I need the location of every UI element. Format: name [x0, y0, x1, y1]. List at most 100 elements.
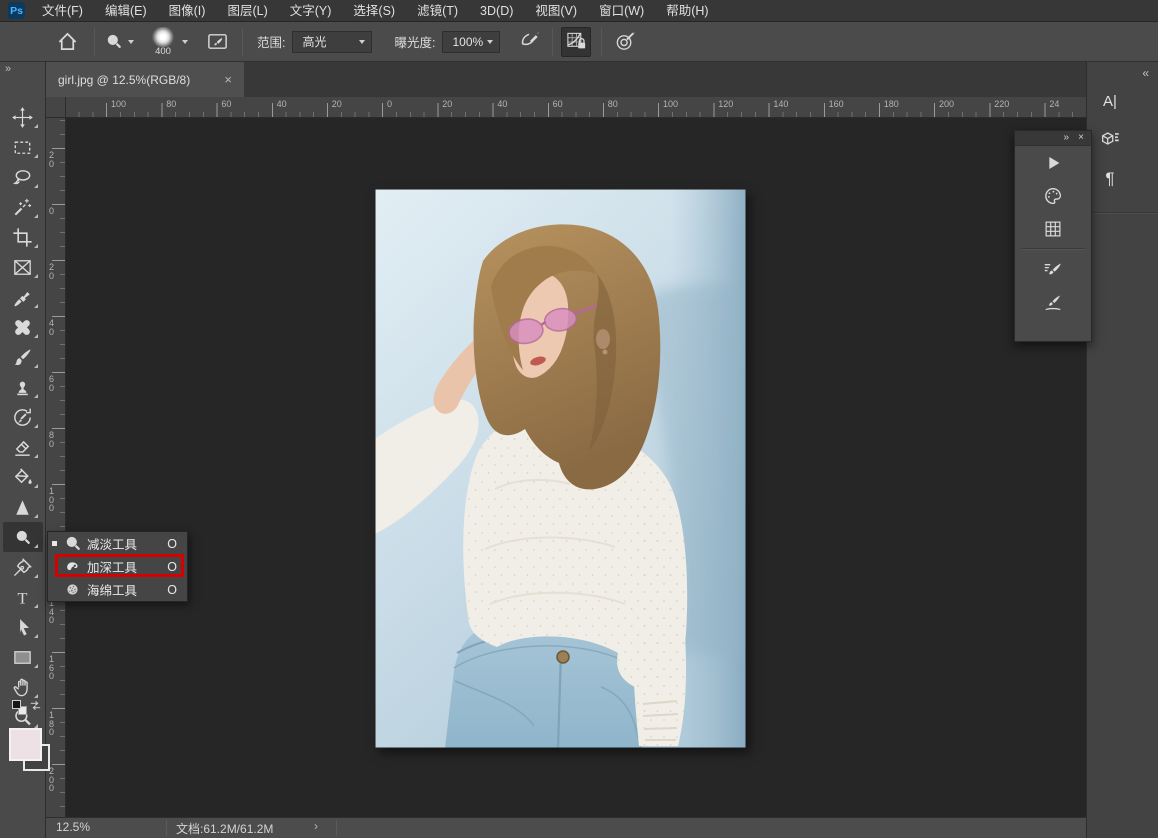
patterns-panel-button[interactable] — [1015, 212, 1091, 245]
brush-preview — [151, 27, 175, 47]
menu-item-选择S[interactable]: 选择(S) — [342, 0, 406, 22]
default-colors-icon[interactable] — [12, 700, 28, 716]
separator — [166, 820, 167, 836]
tool-move[interactable] — [3, 102, 43, 132]
tool-eyedropper[interactable] — [3, 282, 43, 312]
chevron-down-icon — [487, 40, 493, 44]
airbrush-toggle[interactable] — [514, 27, 544, 57]
brushes-panel-button[interactable] — [1015, 286, 1091, 319]
status-options-chevron[interactable]: › — [314, 819, 318, 833]
menu-item-滤镜T[interactable]: 滤镜(T) — [406, 0, 469, 22]
exposure-select[interactable]: 100% — [442, 31, 500, 53]
tool-rectangle[interactable] — [3, 642, 43, 672]
chevron-down-icon — [182, 40, 188, 44]
floating-panel: » × — [1014, 130, 1092, 342]
character-panel-icon: A| — [1103, 93, 1117, 110]
panel-close-icon[interactable]: × — [1078, 132, 1084, 143]
ruler-label: 100 — [663, 99, 678, 109]
sponge-icon — [61, 580, 83, 600]
flyout-item-dodge[interactable]: 减淡工具O — [48, 532, 187, 555]
document-tab[interactable]: girl.jpg @ 12.5%(RGB/8) × — [46, 62, 244, 97]
home-button[interactable] — [52, 27, 82, 57]
menu-item-窗口W[interactable]: 窗口(W) — [588, 0, 655, 22]
ruler-label: 200 — [49, 767, 58, 793]
flyout-item-label: 海绵工具 — [83, 580, 167, 599]
brush-preset-picker[interactable]: 400 — [148, 27, 188, 56]
tool-frame[interactable] — [3, 252, 43, 282]
tool-healing-brush[interactable] — [3, 312, 43, 342]
tool-marquee[interactable] — [3, 132, 43, 162]
panel-collapse-icon[interactable]: » — [1063, 132, 1069, 143]
tool-magic-wand[interactable] — [3, 192, 43, 222]
ruler-label: 100 — [49, 487, 58, 513]
document-size-info: 文档:61.2M/61.2M — [176, 820, 273, 837]
ruler-label: 220 — [994, 99, 1009, 109]
canvas-photo[interactable] — [375, 189, 746, 748]
tool-path-select[interactable] — [3, 612, 43, 642]
tool-clone-stamp[interactable] — [3, 372, 43, 402]
character-panel-button[interactable]: A| — [1095, 86, 1125, 116]
chevron-down-icon — [128, 40, 134, 44]
paragraph-panel-button[interactable]: ¶ — [1095, 164, 1125, 194]
menu-item-文件F[interactable]: 文件(F) — [31, 0, 94, 22]
annotation-highlight — [55, 554, 184, 577]
menu-item-编辑E[interactable]: 编辑(E) — [94, 0, 158, 22]
pressure-size-toggle[interactable] — [610, 27, 640, 57]
paragraph-panel-icon: ¶ — [1105, 169, 1114, 189]
tools-panel: » T — [0, 62, 46, 838]
tool-paint-bucket[interactable] — [3, 462, 43, 492]
ruler-label: 0 — [387, 99, 392, 109]
menu-item-图像I[interactable]: 图像(I) — [158, 0, 217, 22]
ruler-label: 24 — [1049, 99, 1059, 109]
ruler-label: 40 — [497, 99, 507, 109]
libraries-panel-button[interactable] — [1095, 124, 1125, 154]
tool-crop[interactable] — [3, 222, 43, 252]
tool-type[interactable]: T — [3, 582, 43, 612]
foreground-color-swatch[interactable] — [9, 728, 42, 761]
tool-history-brush[interactable] — [3, 402, 43, 432]
dock-collapse-button[interactable]: « — [1142, 66, 1149, 80]
tool-brush[interactable] — [3, 342, 43, 372]
libraries-icon — [1099, 128, 1121, 150]
menu-item-图层L[interactable]: 图层(L) — [216, 0, 278, 22]
ruler-label: 100 — [111, 99, 126, 109]
brush-size: 400 — [155, 47, 171, 56]
canvas-pasteboard[interactable] — [66, 118, 1086, 817]
color-controls — [0, 700, 46, 830]
tool-pen[interactable] — [3, 552, 43, 582]
chevron-down-icon — [359, 40, 365, 44]
actions-panel-button[interactable] — [1015, 146, 1091, 179]
swap-colors-icon[interactable] — [28, 698, 43, 713]
close-tab-icon[interactable]: × — [220, 72, 236, 87]
flyout-item-sponge[interactable]: 海绵工具O — [48, 578, 187, 601]
current-tool-indicator — [48, 541, 61, 546]
svg-text:T: T — [18, 588, 28, 607]
zoom-level-field[interactable]: 12.5% — [56, 820, 90, 834]
tools-panel-collapse[interactable]: » — [0, 62, 45, 78]
swatches-panel-button[interactable] — [1015, 179, 1091, 212]
tool-preset-picker[interactable] — [103, 31, 134, 52]
ruler-label: 40 — [277, 99, 287, 109]
menu-item-视图V[interactable]: 视图(V) — [524, 0, 588, 22]
range-select[interactable]: 高光 — [292, 31, 372, 53]
floating-panel-header[interactable]: » × — [1015, 131, 1091, 146]
protect-tones-toggle[interactable] — [561, 27, 591, 57]
document-tab-bar: girl.jpg @ 12.5%(RGB/8) × — [46, 62, 1086, 97]
tool-eraser[interactable] — [3, 432, 43, 462]
menu-item-3DD[interactable]: 3D(D) — [469, 0, 524, 22]
brush-settings-panel-button[interactable] — [1015, 253, 1091, 286]
tool-lasso[interactable] — [3, 162, 43, 192]
tool-dodge[interactable] — [3, 522, 43, 552]
separator — [242, 28, 243, 56]
ruler-label: 40 — [49, 319, 58, 336]
vertical-ruler: 200204060801001201401601802002 — [46, 118, 66, 817]
menu-item-帮助H[interactable]: 帮助(H) — [655, 0, 719, 22]
ruler-label: 60 — [221, 99, 231, 109]
airbrush-icon — [518, 30, 541, 53]
brush-settings-toggle[interactable] — [202, 27, 232, 57]
home-icon — [56, 30, 79, 53]
menu-item-文字Y[interactable]: 文字(Y) — [279, 0, 343, 22]
tool-sharpen[interactable] — [3, 492, 43, 522]
document-area: girl.jpg @ 12.5%(RGB/8) × 10080604020020… — [46, 62, 1086, 838]
ruler-label: 80 — [608, 99, 618, 109]
